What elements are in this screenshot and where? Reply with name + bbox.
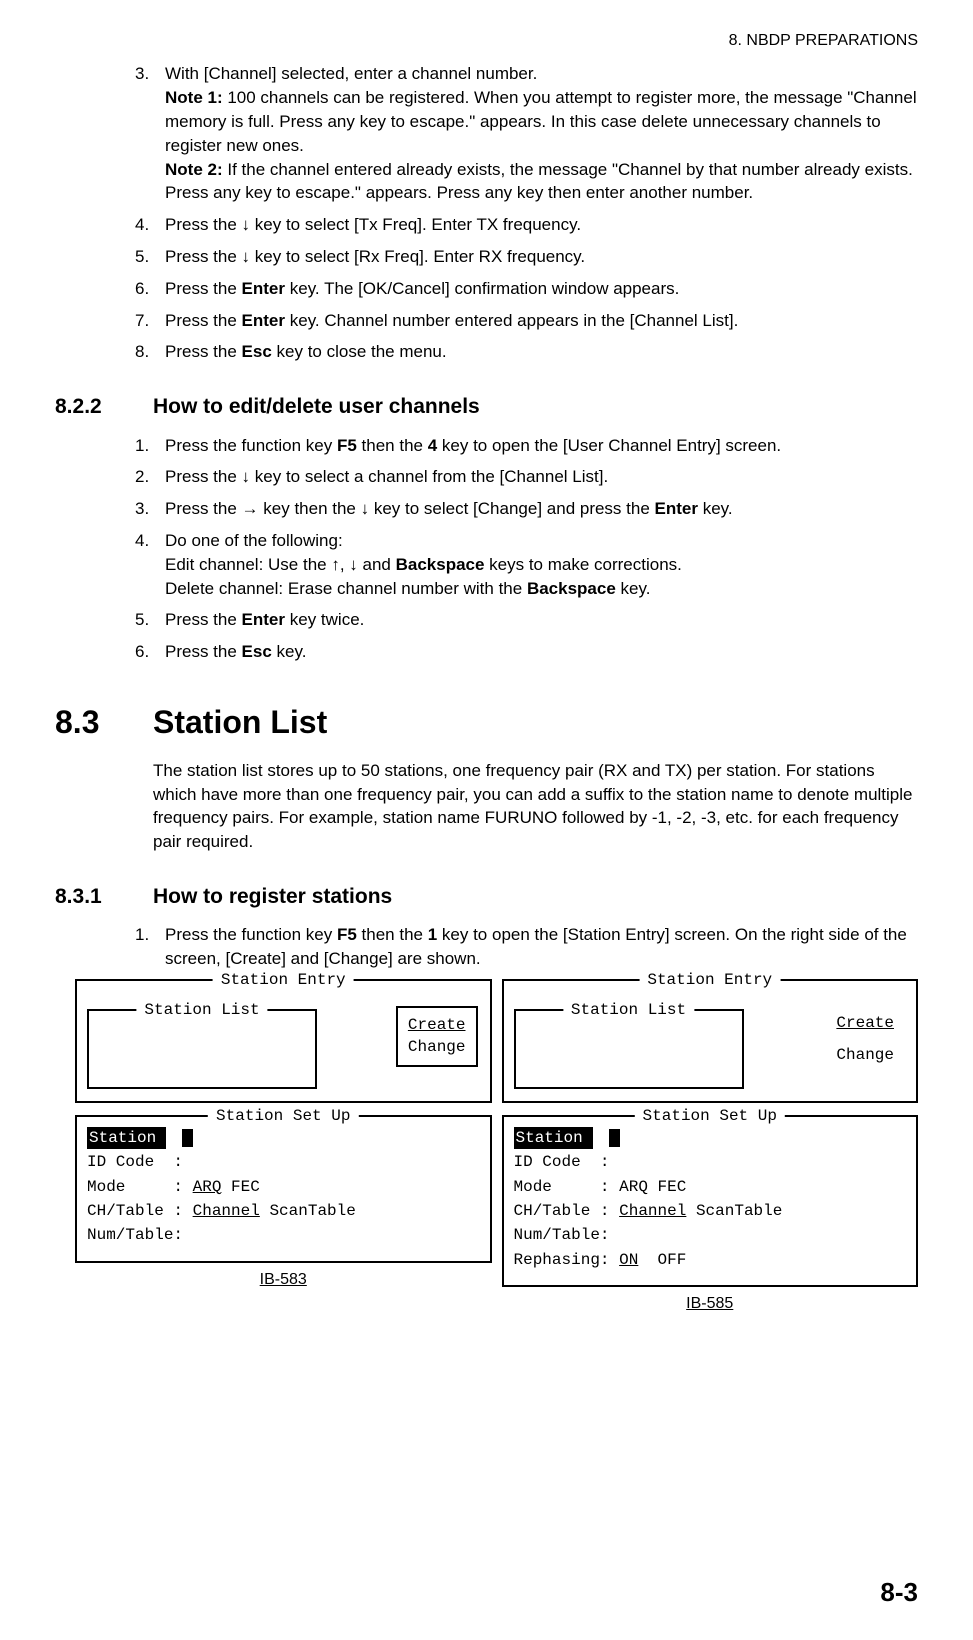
register-step-1: 1. Press the function key F5 then the 1 … bbox=[135, 923, 918, 971]
section-8-3-paragraph: The station list stores up to 50 station… bbox=[153, 759, 918, 854]
step-7: 7. Press the Enter key. Channel number e… bbox=[135, 309, 918, 333]
station-entry-legend: Station Entry bbox=[213, 969, 354, 991]
section-8-3-heading: 8.3Station List bbox=[55, 700, 918, 745]
rephasing-row: Rephasing: ON OFF bbox=[514, 1249, 907, 1271]
numtable-row: Num/Table: bbox=[87, 1224, 480, 1246]
section-8-2-2-heading: 8.2.2How to edit/delete user channels bbox=[55, 392, 918, 421]
step-8: 8. Press the Esc key to close the menu. bbox=[135, 340, 918, 364]
cursor-icon bbox=[182, 1129, 193, 1147]
step-num: 3. bbox=[135, 62, 165, 205]
step-5: 5. Press the ↓ key to select [Rx Freq]. … bbox=[135, 245, 918, 269]
create-change-box-r: Create Change bbox=[826, 1006, 904, 1073]
diagram-row: Station Entry Station List Create Change… bbox=[75, 979, 918, 1316]
edit-step-6: 6. Press the Esc key. bbox=[135, 640, 918, 664]
step-6: 6. Press the Enter key. The [OK/Cancel] … bbox=[135, 277, 918, 301]
create-option: Create bbox=[408, 1014, 466, 1036]
station-setup-box: Station Set Up Station ID Code : Mode : … bbox=[75, 1115, 492, 1263]
edit-step-3: 3. Press the → key then the ↓ key to sel… bbox=[135, 497, 918, 521]
caption-ib-585: IB-585 bbox=[502, 1293, 919, 1315]
edit-step-2: 2. Press the ↓ key to select a channel f… bbox=[135, 465, 918, 489]
mode-row-r: Mode : ARQ FEC bbox=[514, 1176, 907, 1198]
station-entry-legend-r: Station Entry bbox=[639, 969, 780, 991]
numtable-row-r: Num/Table: bbox=[514, 1224, 907, 1246]
step-text: With [Channel] selected, enter a channel… bbox=[165, 62, 918, 205]
diagram-ib-583: Station Entry Station List Create Change… bbox=[75, 979, 492, 1316]
cursor-icon-r bbox=[609, 1129, 620, 1147]
create-change-box: Create Change bbox=[396, 1006, 478, 1067]
page-number: 8-3 bbox=[880, 1574, 918, 1610]
change-option-r: Change bbox=[836, 1046, 894, 1064]
station-highlight-r: Station bbox=[514, 1127, 593, 1149]
edit-step-1: 1. Press the function key F5 then the 4 … bbox=[135, 434, 918, 458]
caption-ib-583: IB-583 bbox=[75, 1269, 492, 1291]
edit-step-4: 4. Do one of the following: Edit channel… bbox=[135, 529, 918, 600]
step-3: 3. With [Channel] selected, enter a chan… bbox=[135, 62, 918, 205]
id-code-row-r: ID Code : bbox=[514, 1151, 907, 1173]
section-8-3-1-heading: 8.3.1How to register stations bbox=[55, 882, 918, 911]
station-list-box-r: Station List bbox=[514, 1009, 744, 1089]
mode-row: Mode : ARQ FEC bbox=[87, 1176, 480, 1198]
change-option: Change bbox=[408, 1038, 466, 1056]
chtable-row-r: CH/Table : Channel ScanTable bbox=[514, 1200, 907, 1222]
diagram-ib-585: Station Entry Station List Create Change… bbox=[502, 979, 919, 1316]
step-4: 4. Press the ↓ key to select [Tx Freq]. … bbox=[135, 213, 918, 237]
create-option-r: Create bbox=[836, 1012, 894, 1034]
id-code-row: ID Code : bbox=[87, 1151, 480, 1173]
station-highlight: Station bbox=[87, 1127, 166, 1149]
station-list-box: Station List bbox=[87, 1009, 317, 1089]
edit-step-5: 5. Press the Enter key twice. bbox=[135, 608, 918, 632]
page-header: 8. NBDP PREPARATIONS bbox=[55, 30, 918, 52]
station-setup-box-r: Station Set Up Station ID Code : Mode : … bbox=[502, 1115, 919, 1287]
chtable-row: CH/Table : Channel ScanTable bbox=[87, 1200, 480, 1222]
